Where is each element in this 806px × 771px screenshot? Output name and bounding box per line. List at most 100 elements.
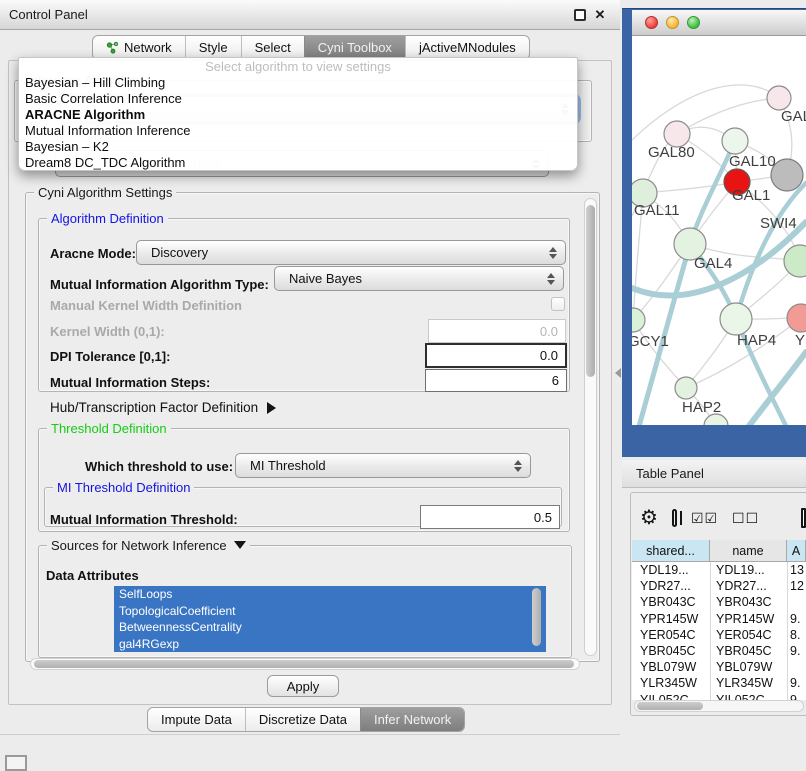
scrollbar-thumb[interactable] xyxy=(637,702,703,710)
popup-item[interactable]: Bayesian – Hill Climbing xyxy=(19,75,577,91)
tab-select[interactable]: Select xyxy=(241,36,304,59)
columns-icon[interactable] xyxy=(672,509,677,527)
dpi-tolerance-field[interactable]: 0.0 xyxy=(425,343,567,368)
aracne-mode-combo[interactable]: Discovery xyxy=(136,240,566,265)
node-label: HAP4 xyxy=(737,332,776,349)
popup-item[interactable]: Mutual Information Inference xyxy=(19,123,577,139)
sources-group-title[interactable]: Sources for Network Inference xyxy=(47,538,250,553)
popup-item[interactable]: Basic Correlation Inference xyxy=(19,91,577,107)
hub-definition-toggle[interactable]: Hub/Transcription Factor Definition xyxy=(50,400,276,415)
list-item[interactable]: gal4RGexp xyxy=(114,636,546,653)
column-header-shared-name[interactable]: shared... xyxy=(632,540,710,561)
table-toolbar: ⚙ ☑☑ ☐☐ xyxy=(640,502,806,534)
table-row[interactable]: YBL079WYBL079W xyxy=(632,659,806,675)
popup-item-selected[interactable]: ARACNE Algorithm xyxy=(19,107,577,123)
node-hap2[interactable] xyxy=(675,377,697,399)
network-view-canvas[interactable]: GAL GAL80 GAL10 GAL1 GAL11 SWI4 GAL4 GCY… xyxy=(632,36,806,425)
node-gray[interactable] xyxy=(771,159,803,191)
mi-threshold-group-title: MI Threshold Definition xyxy=(53,480,194,495)
algorithm-definition-title: Algorithm Definition xyxy=(47,211,168,226)
network-node-labels: GAL GAL80 GAL10 GAL1 GAL11 SWI4 GAL4 GCY… xyxy=(632,108,806,416)
table-row[interactable]: YIL052CYIL052C9. xyxy=(632,692,806,701)
table-row[interactable]: YDL19...YDL19...13 xyxy=(632,562,806,578)
scrollbar-thumb[interactable] xyxy=(586,205,595,377)
node-label: GAL xyxy=(781,108,806,125)
popup-item[interactable]: Dream8 DC_TDC Algorithm xyxy=(19,155,577,171)
list-vertical-scrollbar[interactable] xyxy=(531,587,544,651)
table-panel-titlebar: Table Panel xyxy=(622,460,806,488)
manual-kernel-width-label: Manual Kernel Width Definition xyxy=(50,298,242,313)
threshold-definition-title: Threshold Definition xyxy=(47,421,171,436)
scrollbar-thumb[interactable] xyxy=(532,588,541,646)
table-row[interactable]: YLR345WYLR345W9. xyxy=(632,675,806,691)
node-label: GCY1 xyxy=(632,333,669,350)
which-threshold-label: Which threshold to use: xyxy=(85,459,233,474)
apply-button[interactable]: Apply xyxy=(267,675,339,697)
column-header-partial[interactable]: A xyxy=(787,540,806,561)
node-label: GAL80 xyxy=(648,144,695,161)
splitter-collapse-arrow[interactable] xyxy=(615,368,621,378)
table-row[interactable]: YDR27...YDR27...12 xyxy=(632,578,806,594)
which-threshold-combo[interactable]: MI Threshold xyxy=(235,453,531,478)
gear-icon[interactable]: ⚙ xyxy=(640,503,658,533)
list-item[interactable]: SelfLoops xyxy=(114,586,546,603)
node-label: GAL1 xyxy=(732,187,770,204)
list-item[interactable]: TopologicalCoefficient xyxy=(114,603,546,620)
close-panel-icon[interactable]: ✕ xyxy=(592,6,608,24)
node-label: HAP2 xyxy=(682,399,721,416)
table-row[interactable]: YPR145WYPR145W9. xyxy=(632,611,806,627)
node-gal10[interactable] xyxy=(722,128,748,154)
minimize-window-icon[interactable] xyxy=(666,16,679,29)
column-header-name[interactable]: name xyxy=(710,540,787,561)
node-salmon[interactable] xyxy=(787,304,806,332)
tab-infer-network[interactable]: Infer Network xyxy=(360,708,464,731)
panel-bottom-divider xyxy=(0,734,620,735)
mi-steps-field[interactable]: 6 xyxy=(425,369,567,392)
list-item[interactable]: BetweennessCentrality xyxy=(114,619,546,636)
combo-stepper-icon xyxy=(514,460,522,472)
kernel-width-label: Kernel Width (0,1): xyxy=(50,324,165,339)
zoom-window-icon[interactable] xyxy=(687,16,700,29)
node[interactable] xyxy=(767,86,791,110)
collapse-down-icon[interactable] xyxy=(234,541,246,549)
combo-stepper-icon xyxy=(547,273,555,285)
select-all-columns-icon[interactable]: ☑☑ xyxy=(691,510,718,527)
node-gcy1[interactable] xyxy=(632,308,645,332)
node-hap4[interactable] xyxy=(720,303,752,335)
mi-threshold-field[interactable]: 0.5 xyxy=(420,505,560,529)
which-threshold-value: MI Threshold xyxy=(250,458,326,473)
tab-impute-data[interactable]: Impute Data xyxy=(148,708,245,731)
float-window-icon[interactable] xyxy=(574,9,586,21)
unselect-all-columns-icon[interactable]: ☐☐ xyxy=(732,510,759,527)
function-builder-icon[interactable] xyxy=(801,508,806,528)
kernel-width-field[interactable]: 0.0 xyxy=(428,319,566,343)
tab-network[interactable]: Network xyxy=(93,36,185,59)
expand-right-icon[interactable] xyxy=(267,402,276,414)
popup-item[interactable]: Bayesian – K2 xyxy=(19,139,577,155)
table-row[interactable]: YER054CYER054C8. xyxy=(632,627,806,643)
manual-kernel-width-checkbox[interactable] xyxy=(551,297,565,311)
close-window-icon[interactable] xyxy=(645,16,658,29)
settings-vertical-scrollbar[interactable] xyxy=(584,198,597,656)
data-attributes-list: SelfLoops TopologicalCoefficient Between… xyxy=(114,586,546,652)
aracne-mode-label: Aracne Mode: xyxy=(50,246,136,261)
minimized-panel-icon[interactable] xyxy=(5,755,27,771)
node-label: Y xyxy=(795,332,805,349)
bottom-tabbar: Impute Data Discretize Data Infer Networ… xyxy=(147,707,465,732)
tab-style[interactable]: Style xyxy=(185,36,241,59)
control-panel-titlebar: Control Panel xyxy=(0,0,620,30)
tab-cyni-toolbox[interactable]: Cyni Toolbox xyxy=(304,36,405,59)
node-swi4[interactable] xyxy=(784,245,806,277)
tab-jactivemnodules[interactable]: jActiveMNodules xyxy=(405,36,529,59)
mi-algorithm-type-combo[interactable]: Naive Bayes xyxy=(274,266,564,291)
scrollbar-thumb[interactable] xyxy=(34,660,574,668)
network-graph-icon xyxy=(106,41,119,54)
network-window-titlebar[interactable] xyxy=(632,10,806,36)
tab-discretize-data[interactable]: Discretize Data xyxy=(245,708,360,731)
settings-horizontal-scrollbar[interactable] xyxy=(30,658,580,670)
aracne-mode-value: Discovery xyxy=(151,245,208,260)
dpi-tolerance-label: DPI Tolerance [0,1]: xyxy=(50,349,170,364)
table-horizontal-scrollbar[interactable] xyxy=(634,700,804,712)
table-row[interactable]: YBR045CYBR045C9. xyxy=(632,643,806,659)
table-row[interactable]: YBR043CYBR043C xyxy=(632,594,806,610)
